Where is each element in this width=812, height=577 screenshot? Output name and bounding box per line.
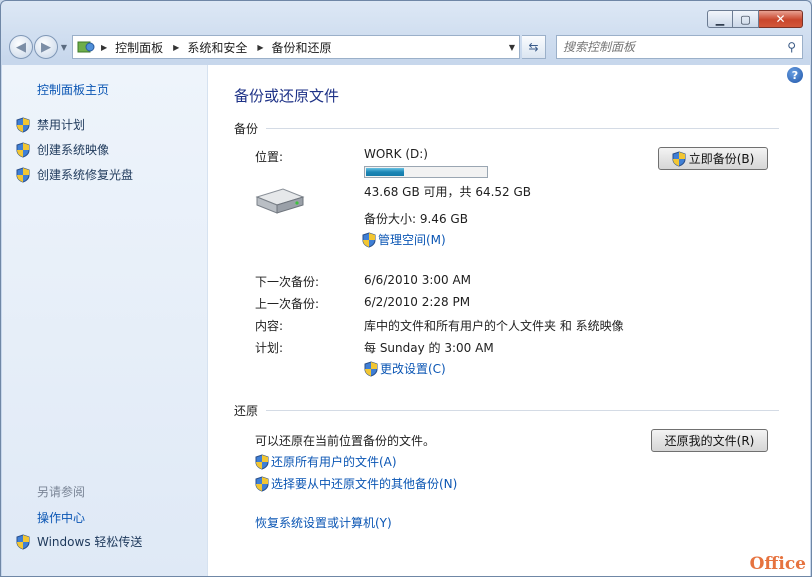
breadcrumb-backup-restore[interactable]: 备份和还原 [272,39,332,56]
drive-usage-fill [366,168,405,176]
manage-space-link[interactable]: 管理空间(M) [362,231,446,248]
minimize-button[interactable]: ▁ [707,10,733,28]
restore-description: 可以还原在当前位置备份的文件。 [255,434,436,448]
search-icon[interactable]: ⚲ [787,40,796,54]
last-backup-label: 上一次备份: [255,297,320,311]
last-backup-value: 6/2/2010 2:28 PM [364,295,471,309]
uac-shield-icon [255,475,269,492]
breadcrumb-system-security[interactable]: 系统和安全 [187,39,247,56]
breadcrumb: ▶ 控制面板 ▶ 系统和安全 ▶ 备份和还原 [99,39,332,56]
backup-size: 备份大小: 9.46 GB [364,212,468,226]
backup-now-button[interactable]: 立即备份(B) [658,147,768,170]
breadcrumb-control-panel[interactable]: 控制面板 [115,39,163,56]
section-divider [266,410,779,411]
help-icon[interactable]: ? [787,67,803,83]
select-other-backup-label: 选择要从中还原文件的其他备份(N) [271,477,458,491]
sidebar-task-create-repair-disc[interactable]: 创建系统修复光盘 [16,166,133,183]
uac-shield-icon [16,141,30,158]
sidebar-task-label: 禁用计划 [37,118,86,132]
restore-all-users-label: 还原所有用户的文件(A) [271,455,397,469]
address-dropdown-icon[interactable]: ▼ [509,43,515,52]
search-box[interactable]: ⚲ [556,35,803,59]
close-icon: ✕ [775,12,786,26]
maximize-icon: ▢ [740,12,751,26]
sidebar-action-center[interactable]: 操作中心 [37,509,85,526]
sidebar-control-panel-home[interactable]: 控制面板主页 [37,81,109,98]
breadcrumb-arrow-icon[interactable]: ▶ [257,43,263,52]
address-bar[interactable]: ▶ 控制面板 ▶ 系统和安全 ▶ 备份和还原 ▼ [72,35,520,59]
backup-section-heading: 备份 [234,120,779,137]
uac-shield-icon [16,166,30,183]
schedule-value: 每 Sunday 的 3:00 AM [364,341,494,355]
chevron-down-icon: ▼ [60,42,68,52]
drive-space-text: 43.68 GB 可用，共 64.52 GB [364,185,532,199]
back-arrow-icon: ◀ [16,39,26,55]
contents-label: 内容: [255,319,284,333]
navigation-bar: ◀ ▶ ▼ ▶ 控制面板 ▶ 系统和安全 ▶ 备份和还原 ▼ ⇆ ⚲ [9,34,803,60]
watermark-logo: Office [749,554,806,574]
recent-pages-dropdown[interactable]: ▼ [58,43,70,52]
refresh-button[interactable]: ⇆ [522,35,546,59]
content-area: 控制面板主页 禁用计划 创建系统映像 创建系统修复光盘 另请参阅 操作中心 Wi… [2,65,810,576]
refresh-icon: ⇆ [528,40,539,54]
schedule-label: 计划: [255,341,284,355]
breadcrumb-arrow-icon[interactable]: ▶ [173,43,179,52]
uac-shield-icon [364,360,378,377]
restore-my-files-button[interactable]: 还原我的文件(R) [651,429,768,452]
see-also-heading: 另请参阅 [37,485,86,499]
sidebar-task-disable-schedule[interactable]: 禁用计划 [16,116,85,133]
forward-button[interactable]: ▶ [34,35,58,59]
restore-section-label: 还原 [234,404,259,418]
next-backup-label: 下一次备份: [255,275,320,289]
manage-space-label: 管理空间(M) [378,233,446,247]
drive-usage-bar [364,166,488,178]
uac-shield-icon [362,231,376,248]
page-title: 备份或还原文件 [234,87,340,105]
restore-my-files-label: 还原我的文件(R) [664,434,755,448]
sidebar-task-label: Windows 轻松传送 [37,535,143,549]
uac-shield-icon [255,453,269,470]
restore-section-heading: 还原 [234,402,779,419]
search-input[interactable] [563,40,788,54]
backup-now-label: 立即备份(B) [688,152,755,166]
sidebar-task-label: 创建系统映像 [37,143,110,157]
recover-system-link[interactable]: 恢复系统设置或计算机(Y) [255,514,392,531]
back-button[interactable]: ◀ [9,35,33,59]
section-divider [266,128,779,129]
next-backup-value: 6/6/2010 3:00 AM [364,273,472,287]
drive-name: WORK (D:) [364,147,428,161]
uac-shield-icon [16,533,30,550]
change-settings-link[interactable]: 更改设置(C) [364,360,446,377]
select-other-backup-link[interactable]: 选择要从中还原文件的其他备份(N) [255,475,457,492]
sidebar-task-create-system-image[interactable]: 创建系统映像 [16,141,109,158]
maximize-button[interactable]: ▢ [733,10,759,28]
sidebar-task-label: 创建系统修复光盘 [37,168,134,182]
sidebar: 控制面板主页 禁用计划 创建系统映像 创建系统修复光盘 另请参阅 操作中心 Wi… [2,65,208,576]
control-panel-icon [77,41,95,53]
restore-all-users-link[interactable]: 还原所有用户的文件(A) [255,453,397,470]
hard-drive-icon [255,188,305,214]
sidebar-windows-easy-transfer[interactable]: Windows 轻松传送 [16,533,142,550]
forward-arrow-icon: ▶ [41,39,51,55]
change-settings-label: 更改设置(C) [380,362,446,376]
location-label: 位置: [255,150,284,164]
contents-value: 库中的文件和所有用户的个人文件夹 和 系统映像 [364,319,624,333]
close-button[interactable]: ✕ [759,10,803,28]
backup-section-label: 备份 [234,122,259,136]
main-panel: ? 备份或还原文件 备份 位置: WORK (D:) 43.68 GB 可用，共… [209,65,810,576]
breadcrumb-arrow-icon[interactable]: ▶ [101,43,107,52]
minimize-icon: ▁ [715,12,725,26]
uac-shield-icon [672,150,686,167]
uac-shield-icon [16,116,30,133]
caption-buttons: ▁ ▢ ✕ [707,10,803,28]
backup-restore-window: ▁ ▢ ✕ ◀ ▶ ▼ ▶ 控制面板 ▶ 系统和安全 ▶ 备份和还原 ▼ ⇆ 搜… [0,0,812,577]
